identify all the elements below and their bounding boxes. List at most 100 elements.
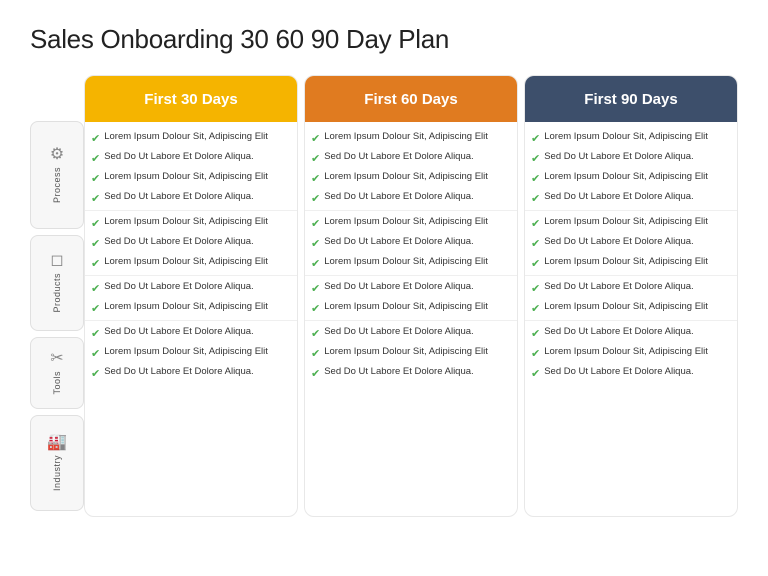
list-item: ✔Lorem Ipsum Dolour Sit, Adipiscing Elit: [531, 128, 731, 148]
check-icon: ✔: [91, 217, 100, 230]
list-item: ✔ Sed Do Ut Labore Et Dolore Aliqua.: [91, 188, 291, 208]
item-text: Sed Do Ut Labore Et Dolore Aliqua.: [324, 236, 473, 249]
col-header-col60: First 60 Days: [305, 76, 517, 122]
item-text: Lorem Ipsum Dolour Sit, Adipiscing Elit: [104, 131, 268, 144]
check-icon: ✔: [531, 257, 540, 270]
section-products-col-col30: ✔ Lorem Ipsum Dolour Sit, Adipiscing Elit…: [85, 211, 297, 276]
list-item: ✔Lorem Ipsum Dolour Sit, Adipiscing Elit: [311, 298, 511, 318]
item-text: Lorem Ipsum Dolour Sit, Adipiscing Elit: [544, 301, 708, 314]
check-icon: ✔: [91, 257, 100, 270]
item-text: Lorem Ipsum Dolour Sit, Adipiscing Elit: [324, 346, 488, 359]
section-industry-col-col90: ✔Sed Do Ut Labore Et Dolore Aliqua.✔Lore…: [525, 321, 737, 385]
item-text: Lorem Ipsum Dolour Sit, Adipiscing Elit: [544, 171, 708, 184]
list-item: ✔Sed Do Ut Labore Et Dolore Aliqua.: [91, 233, 291, 253]
list-item: ✔Lorem Ipsum Dolour Sit, Adipiscing Elit: [531, 298, 731, 318]
col-body-col90: ✔ Lorem Ipsum Dolour Sit, Adipiscing Elit…: [525, 122, 737, 389]
list-item: ✔Lorem Ipsum Dolour Sit, Adipiscing Elit: [311, 213, 511, 233]
check-icon: ✔: [91, 282, 100, 295]
list-item: ✔Sed Do Ut Labore Et Dolore Aliqua.: [311, 323, 511, 343]
column-col60: First 60 Days✔Lorem Ipsum Dolour Sit, Ad…: [304, 75, 518, 517]
item-text: Sed Do Ut Labore Et Dolore Aliqua.: [324, 281, 473, 294]
list-item: ✔Lorem Ipsum Dolour Sit, Adipiscing Elit: [531, 343, 731, 363]
check-icon: ✔: [91, 192, 100, 205]
item-text: Sed Do Ut Labore Et Dolore Aliqua.: [104, 366, 253, 379]
list-item: ✔Sed Do Ut Labore Et Dolore Aliqua.: [531, 148, 731, 168]
products-icon: ◻: [50, 253, 63, 269]
list-item: ✔ Sed Do Ut Labore Et Dolore Aliqua.: [311, 363, 511, 383]
list-item: ✔ Sed Do Ut Labore Et Dolore Aliqua.: [531, 233, 731, 253]
check-icon: ✔: [531, 237, 540, 250]
check-icon: ✔: [531, 192, 540, 205]
check-icon: ✔: [91, 327, 100, 340]
item-text: Sed Do Ut Labore Et Dolore Aliqua.: [544, 366, 693, 379]
item-text: Sed Do Ut Labore Et Dolore Aliqua.: [324, 191, 473, 204]
check-icon: ✔: [311, 172, 320, 185]
check-icon: ✔: [91, 172, 100, 185]
item-text: Lorem Ipsum Dolour Sit, Adipiscing Elit: [104, 216, 268, 229]
section-industry-col-col30: ✔ Sed Do Ut Labore Et Dolore Aliqua. ✔Lore…: [85, 321, 297, 385]
page-title: Sales Onboarding 30 60 90 Day Plan: [30, 24, 738, 55]
check-icon: ✔: [91, 302, 100, 315]
section-tools-col-col90: ✔Sed Do Ut Labore Et Dolore Aliqua.✔Lore…: [525, 276, 737, 321]
products-label: Products: [52, 273, 62, 313]
list-item: ✔ Sed Do Ut Labore Et Dolore Aliqua.: [91, 148, 291, 168]
item-text: Lorem Ipsum Dolour Sit, Adipiscing Elit: [104, 171, 268, 184]
check-icon: ✔: [531, 327, 540, 340]
col-header-col90: First 90 Days: [525, 76, 737, 122]
section-products-col-col90: ✔ Lorem Ipsum Dolour Sit, Adipiscing Elit…: [525, 211, 737, 276]
check-icon: ✔: [91, 152, 100, 165]
check-icon: ✔: [531, 347, 540, 360]
check-icon: ✔: [91, 347, 100, 360]
main-layout: ⚙ Process ◻ Products ✂ Tools 🏭 Industry …: [30, 75, 738, 517]
list-item: ✔ Lorem Ipsum Dolour Sit, Adipiscing Elit: [531, 213, 731, 233]
list-item: ✔Lorem Ipsum Dolour Sit, Adipiscing Elit: [91, 343, 291, 363]
list-item: ✔Lorem Ipsum Dolour Sit, Adipiscing Elit: [311, 343, 511, 363]
section-industry-col-col60: ✔ Sed Do Ut Labore Et Dolore Aliqua. ✔Lore…: [305, 321, 517, 385]
process-icon: ⚙: [50, 147, 64, 163]
item-text: Lorem Ipsum Dolour Sit, Adipiscing Elit: [544, 131, 708, 144]
industry-icon: 🏭: [47, 435, 67, 451]
item-text: Sed Do Ut Labore Et Dolore Aliqua.: [104, 326, 253, 339]
list-item: ✔Lorem Ipsum Dolour Sit, Adipiscing Elit: [311, 128, 511, 148]
item-text: Lorem Ipsum Dolour Sit, Adipiscing Elit: [104, 301, 268, 314]
sidebar-item-process: ⚙ Process: [30, 121, 84, 229]
item-text: Sed Do Ut Labore Et Dolore Aliqua.: [544, 236, 693, 249]
item-text: Sed Do Ut Labore Et Dolore Aliqua.: [104, 151, 253, 164]
list-item: ✔Sed Do Ut Labore Et Dolore Aliqua.: [531, 278, 731, 298]
col-header-col30: First 30 Days: [85, 76, 297, 122]
tools-icon: ✂: [50, 351, 63, 367]
list-item: ✔ Lorem Ipsum Dolour Sit, Adipiscing Elit: [531, 168, 731, 188]
col-body-col30: ✔ Lorem Ipsum Dolour Sit, Adipiscing Elit…: [85, 122, 297, 389]
item-text: Sed Do Ut Labore Et Dolore Aliqua.: [544, 281, 693, 294]
check-icon: ✔: [311, 152, 320, 165]
sidebar-item-tools: ✂ Tools: [30, 337, 84, 409]
item-text: Sed Do Ut Labore Et Dolore Aliqua.: [324, 366, 473, 379]
check-icon: ✔: [91, 132, 100, 145]
check-icon: ✔: [311, 217, 320, 230]
item-text: Lorem Ipsum Dolour Sit, Adipiscing Elit: [324, 301, 488, 314]
list-item: ✔Sed Do Ut Labore Et Dolore Aliqua.: [311, 233, 511, 253]
item-text: Sed Do Ut Labore Et Dolore Aliqua.: [104, 191, 253, 204]
check-icon: ✔: [531, 172, 540, 185]
check-icon: ✔: [531, 217, 540, 230]
check-icon: ✔: [311, 192, 320, 205]
item-text: Lorem Ipsum Dolour Sit, Adipiscing Elit: [324, 171, 488, 184]
item-text: Lorem Ipsum Dolour Sit, Adipiscing Elit: [544, 216, 708, 229]
col-body-col60: ✔ Lorem Ipsum Dolour Sit, Adipiscing Elit…: [305, 122, 517, 389]
sidebar: ⚙ Process ◻ Products ✂ Tools 🏭 Industry: [30, 75, 84, 517]
list-item: ✔ Lorem Ipsum Dolour Sit, Adipiscing Elit: [91, 253, 291, 273]
check-icon: ✔: [311, 367, 320, 380]
list-item: ✔ Lorem Ipsum Dolour Sit, Adipiscing Elit: [91, 298, 291, 318]
list-item: ✔ Lorem Ipsum Dolour Sit, Adipiscing Elit: [311, 168, 511, 188]
item-text: Sed Do Ut Labore Et Dolore Aliqua.: [324, 151, 473, 164]
section-tools-col-col30: ✔ Sed Do Ut Labore Et Dolore Aliqua. ✔ Lore…: [85, 276, 297, 321]
sidebar-item-industry: 🏭 Industry: [30, 415, 84, 511]
section-products-col-col60: ✔Lorem Ipsum Dolour Sit, Adipiscing Elit…: [305, 211, 517, 276]
item-text: Lorem Ipsum Dolour Sit, Adipiscing Elit: [104, 256, 268, 269]
item-text: Lorem Ipsum Dolour Sit, Adipiscing Elit: [324, 256, 488, 269]
check-icon: ✔: [311, 257, 320, 270]
column-col90: First 90 Days ✔ Lorem Ipsum Dolour Sit, Ad…: [524, 75, 738, 517]
list-item: ✔Sed Do Ut Labore Et Dolore Aliqua.: [531, 363, 731, 383]
item-text: Sed Do Ut Labore Et Dolore Aliqua.: [544, 191, 693, 204]
item-text: Sed Do Ut Labore Et Dolore Aliqua.: [104, 281, 253, 294]
